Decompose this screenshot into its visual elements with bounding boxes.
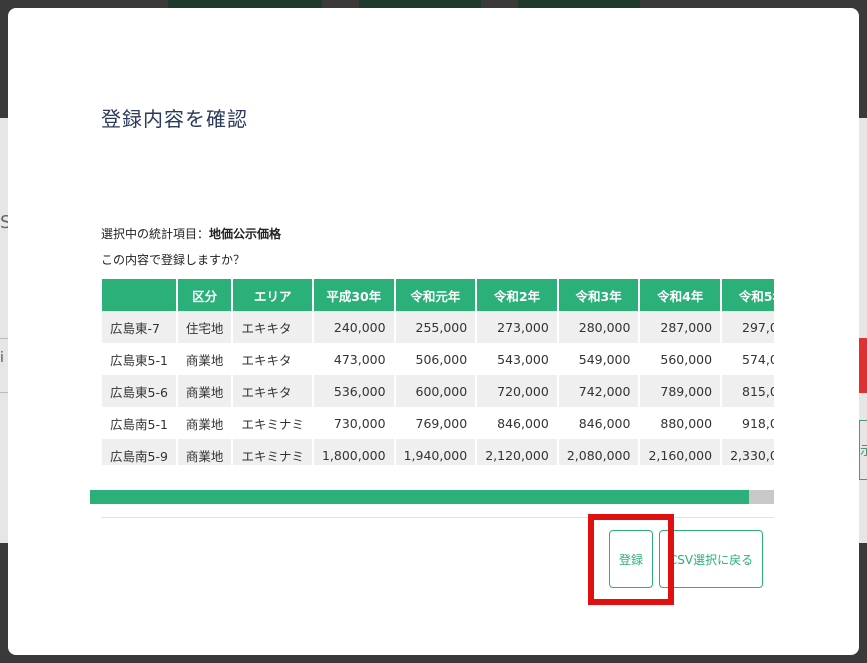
table-cell: 広島南5-1	[102, 407, 177, 439]
table-header-cell	[102, 279, 177, 311]
back-to-csv-button[interactable]: CSV選択に戻る	[659, 530, 763, 588]
table-cell: 1,800,000	[313, 439, 395, 465]
table-header-cell: エリア	[233, 279, 313, 311]
table-cell: 商業地	[177, 407, 233, 439]
table-cell: 536,000	[313, 375, 395, 407]
background-divider	[0, 338, 8, 339]
table-cell: 918,000	[722, 407, 774, 439]
table-cell: 2,120,000	[477, 439, 558, 465]
background-red-button	[859, 338, 867, 393]
table-cell: 273,000	[477, 311, 558, 343]
background-header-block	[359, 0, 481, 8]
table-cell: 880,000	[640, 407, 722, 439]
table-cell: 287,000	[640, 311, 722, 343]
table-header-cell: 平成30年	[313, 279, 395, 311]
table-cell: エキキタ	[233, 375, 313, 407]
table-cell: エキキタ	[233, 311, 313, 343]
table-cell: 2,080,000	[558, 439, 640, 465]
table-header-cell: 令和5年	[722, 279, 774, 311]
table-cell: 846,000	[558, 407, 640, 439]
table-cell: 2,330,000	[722, 439, 774, 465]
confirm-modal: 登録内容を確認 選択中の統計項目：地価公示価格 この内容で登録しますか？ 区分 …	[8, 8, 859, 655]
footer-divider	[101, 517, 774, 518]
table-cell: 473,000	[313, 343, 395, 375]
background-left-small-text: i	[0, 350, 4, 366]
selected-stat-label: 選択中の統計項目：	[101, 227, 210, 241]
table-cell: 広島東5-1	[102, 343, 177, 375]
register-button[interactable]: 登録	[609, 530, 653, 588]
table-row: 広島東5-1 商業地 エキキタ 473,000 506,000 543,000 …	[102, 343, 774, 375]
table-cell: 769,000	[395, 407, 477, 439]
confirm-question: この内容で登録しますか？	[101, 253, 246, 267]
table-cell: 1,940,000	[395, 439, 477, 465]
table-cell: 742,000	[558, 375, 640, 407]
table-cell: 商業地	[177, 375, 233, 407]
table-cell: 297,000	[722, 311, 774, 343]
modal-title: 登録内容を確認	[101, 107, 248, 131]
table-row: 広島南5-9 商業地 エキミナミ 1,800,000 1,940,000 2,1…	[102, 439, 774, 465]
table-cell: 543,000	[477, 343, 558, 375]
table-header-cell: 令和元年	[395, 279, 477, 311]
horizontal-scrollbar[interactable]	[90, 490, 774, 504]
background-right-text: 示	[860, 444, 867, 459]
table-row: 広島南5-1 商業地 エキミナミ 730,000 769,000 846,000…	[102, 407, 774, 439]
table-cell: 720,000	[477, 375, 558, 407]
selected-stat-value: 地価公示価格	[209, 227, 282, 241]
table-cell: 住宅地	[177, 311, 233, 343]
table-cell: 広島東-7	[102, 311, 177, 343]
table-header-cell: 令和3年	[558, 279, 640, 311]
background-header-block	[518, 0, 640, 8]
table-cell: 549,000	[558, 343, 640, 375]
table-cell: 730,000	[313, 407, 395, 439]
background-left-panel	[0, 118, 8, 543]
table-row: 広島東5-6 商業地 エキキタ 536,000 600,000 720,000 …	[102, 375, 774, 407]
table-cell: 574,000	[722, 343, 774, 375]
table-header-row: 区分 エリア 平成30年 令和元年 令和2年 令和3年 令和4年 令和5年	[102, 279, 774, 311]
table-cell: 広島南5-9	[102, 439, 177, 465]
table-cell: 商業地	[177, 439, 233, 465]
table-cell: エキミナミ	[233, 439, 313, 465]
data-table: 区分 エリア 平成30年 令和元年 令和2年 令和3年 令和4年 令和5年 広島…	[101, 279, 774, 465]
table-header-cell: 区分	[177, 279, 233, 311]
table-cell: 240,000	[313, 311, 395, 343]
table-cell: 2,160,000	[640, 439, 722, 465]
table-row: 広島東-7 住宅地 エキキタ 240,000 255,000 273,000 2…	[102, 311, 774, 343]
table-cell: エキキタ	[233, 343, 313, 375]
selected-stat-line: 選択中の統計項目：地価公示価格	[101, 225, 281, 242]
table-cell: 広島東5-6	[102, 375, 177, 407]
table-cell: エキミナミ	[233, 407, 313, 439]
background-divider	[0, 392, 8, 393]
table-cell: 280,000	[558, 311, 640, 343]
table-cell: 846,000	[477, 407, 558, 439]
scrollbar-thumb[interactable]	[90, 490, 749, 504]
table-cell: 815,000	[722, 375, 774, 407]
table-cell: 商業地	[177, 343, 233, 375]
background-header-block	[168, 0, 322, 8]
table-cell: 506,000	[395, 343, 477, 375]
table-header-cell: 令和2年	[477, 279, 558, 311]
table-cell: 789,000	[640, 375, 722, 407]
table-cell: 255,000	[395, 311, 477, 343]
data-table-container[interactable]: 区分 エリア 平成30年 令和元年 令和2年 令和3年 令和4年 令和5年 広島…	[101, 279, 774, 465]
table-header-cell: 令和4年	[640, 279, 722, 311]
table-cell: 600,000	[395, 375, 477, 407]
table-cell: 560,000	[640, 343, 722, 375]
